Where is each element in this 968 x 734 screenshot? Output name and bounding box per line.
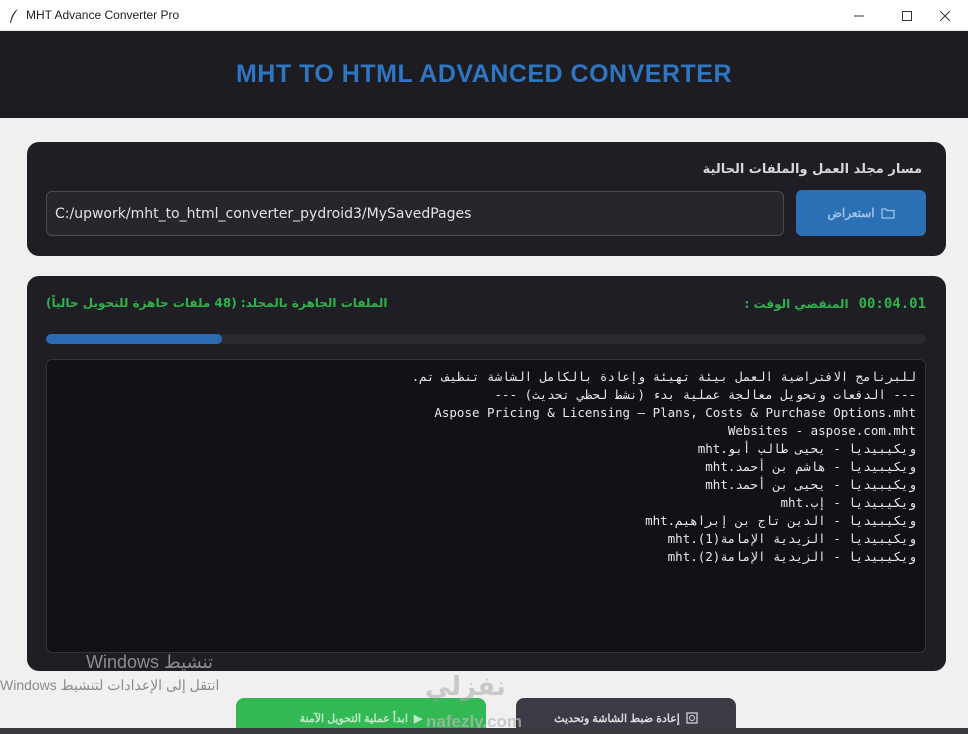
windows-activate-subtitle: انتقل إلى الإعدادات لتنشيط Windows [0,677,220,693]
log-line: mht.ويكيبيديا - يحيى طالب أبو [697,441,916,456]
bottom-strip [0,728,968,734]
browse-button[interactable]: استعراض [796,190,926,236]
refresh-icon [686,712,698,724]
folder-card: مسار مجلد العمل والملفات الحالية استعراض [27,142,946,256]
windows-activate-title: تنشيط Windows [86,652,214,672]
reset-label: إعادة ضبط الشاشة وتحديث [554,712,680,725]
feather-icon [10,9,18,23]
close-icon [940,10,950,21]
elapsed-time: 00:04.01 [858,296,926,312]
log-line: mht.ويكيبيديا - يحيى بن أحمد [705,477,916,492]
start-label: ابدأ عملية التحويل الآمنة [299,712,408,725]
elapsed-status: المنقضي الوقت : 00:04.01 [745,296,926,312]
minimize-button[interactable] [836,0,882,31]
browse-label: استعراض [827,206,875,220]
log-line: mht.ويكيبيديا - هاشم بن أحمد [705,459,916,474]
progress-fill [46,334,222,344]
elapsed-label: المنقضي الوقت : [744,297,849,311]
folder-label: مسار مجلد العمل والملفات الحالية [702,162,922,177]
play-icon: ▶ [413,712,423,725]
log-line: .للبرنامج الافتراضية العمل بيئة تهيئة وإ… [411,369,916,384]
log-line: mht.ويكيبيديا - إب [780,495,916,510]
log-line: --- (نشط لحظي تحديث) الدفعات وتحويل معال… [494,387,916,402]
window-title: MHT Advance Converter Pro [26,8,180,22]
close-button[interactable] [922,0,968,31]
maximize-icon [902,10,912,21]
files-ready-status: الملفات الجاهزة بالمجلد: (48 ملفات جاهزة… [46,296,388,310]
log-output: .للبرنامج الافتراضية العمل بيئة تهيئة وإ… [46,359,926,653]
log-line: Aspose Pricing & Licensing – Plans, Cost… [434,405,916,420]
log-line: mht.ويكيبيديا - الدين تاج بن إبراهيم [645,513,916,528]
progress-bar [46,334,926,344]
log-line: mht.(2)ويكيبيديا - الزيدية الإمامة [667,549,916,564]
folder-icon [880,208,895,219]
log-line: mht.(1)ويكيبيديا - الزيدية الإمامة [667,531,916,546]
folder-path-input[interactable] [46,191,784,236]
brand-watermark-logo: نفزلي [425,672,506,702]
progress-card: الملفات الجاهزة بالمجلد: (48 ملفات جاهزة… [27,276,946,671]
title-bar: MHT Advance Converter Pro [0,0,968,31]
log-line: Websites - aspose.com.mht [727,423,916,438]
minimize-icon [854,15,864,16]
app-title: MHT TO HTML ADVANCED CONVERTER [235,60,733,88]
app-header: MHT TO HTML ADVANCED CONVERTER [0,31,968,118]
